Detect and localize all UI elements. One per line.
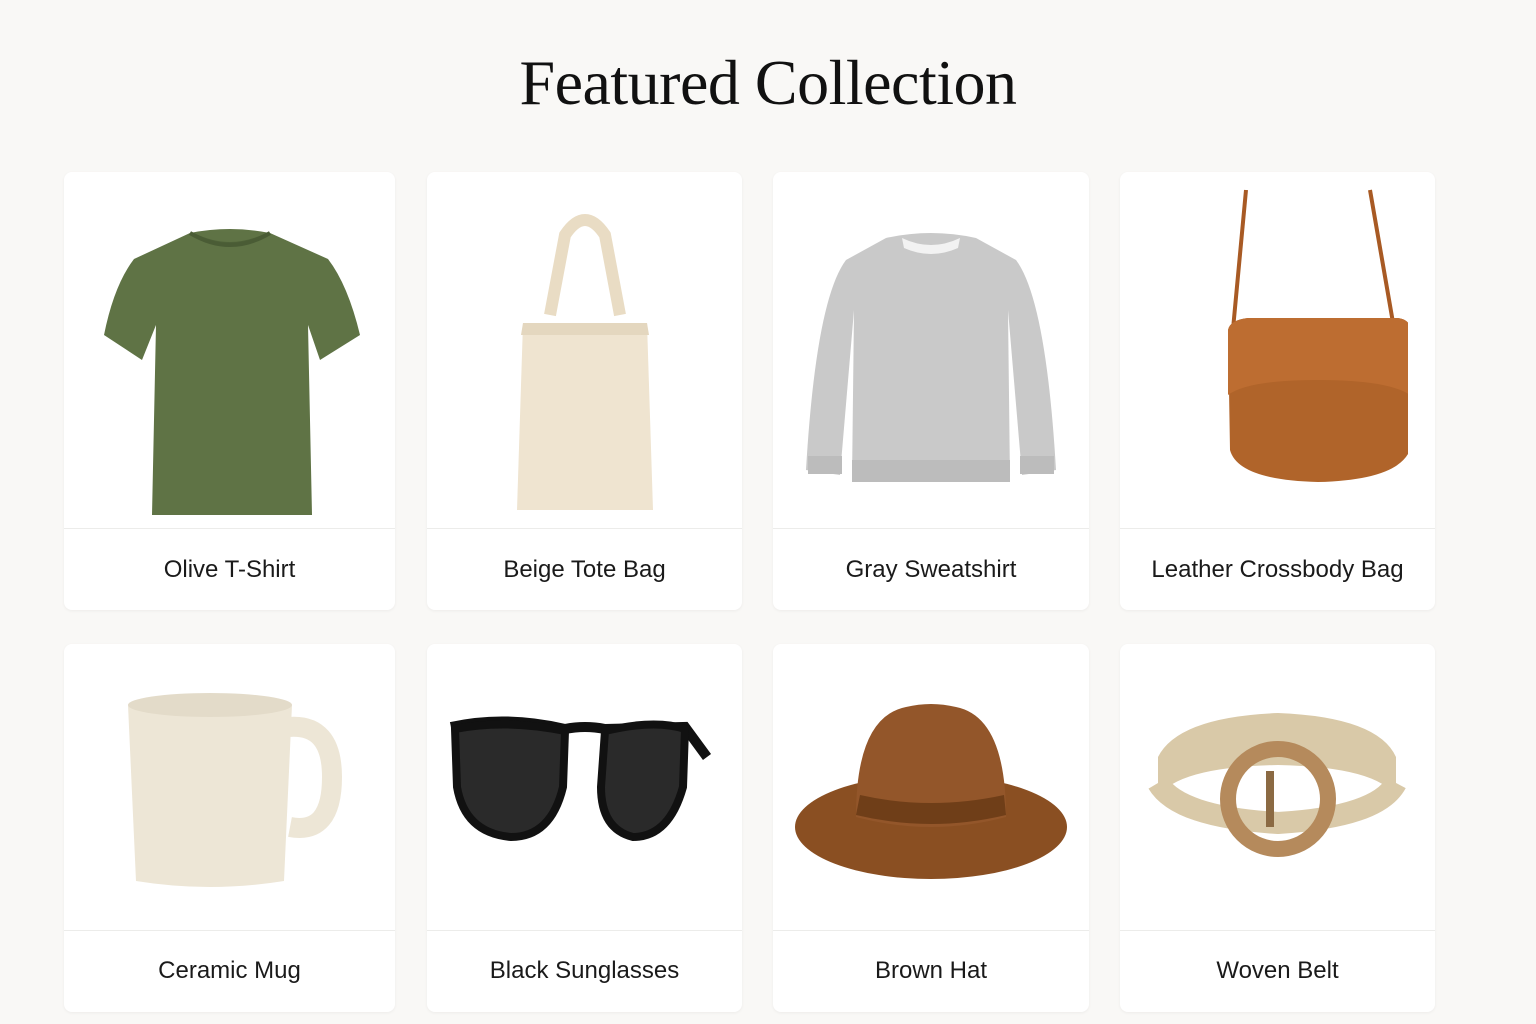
product-name[interactable]: Gray Sweatshirt [773,556,1089,584]
olive-tshirt-image [64,172,395,528]
card-divider [1120,528,1435,529]
card-divider [64,528,395,529]
product-name[interactable]: Beige Tote Bag [427,556,742,584]
product-card-beige-tote-bag[interactable]: Beige Tote Bag [427,172,742,610]
leather-crossbody-bag-image [1120,172,1435,528]
product-name[interactable]: Brown Hat [773,957,1089,985]
product-card-ceramic-mug[interactable]: Ceramic Mug [64,644,395,1012]
product-name[interactable]: Black Sunglasses [427,957,742,985]
brown-hat-image [773,644,1089,930]
page-title: Featured Collection [519,47,1017,118]
gray-sweatshirt-image [773,172,1089,528]
product-name[interactable]: Leather Crossbody Bag [1120,556,1435,584]
product-name[interactable]: Ceramic Mug [64,957,395,985]
product-name[interactable]: Olive T-Shirt [64,556,395,584]
ceramic-mug-image [64,644,395,930]
black-sunglasses-image [427,644,742,930]
card-divider [64,930,395,931]
product-name[interactable]: Woven Belt [1120,957,1435,985]
product-grid-page: Featured Collection Olive T-Shirt Beige … [0,0,1536,1024]
product-card-woven-belt[interactable]: Woven Belt [1120,644,1435,1012]
card-divider [427,930,742,931]
card-divider [773,930,1089,931]
product-card-brown-hat[interactable]: Brown Hat [773,644,1089,1012]
product-card-olive-tshirt[interactable]: Olive T-Shirt [64,172,395,610]
product-card-gray-sweatshirt[interactable]: Gray Sweatshirt [773,172,1089,610]
card-divider [773,528,1089,529]
woven-belt-image [1120,644,1435,930]
card-divider [427,528,742,529]
beige-tote-bag-image [427,172,742,528]
product-card-black-sunglasses[interactable]: Black Sunglasses [427,644,742,1012]
product-card-leather-crossbody-bag[interactable]: Leather Crossbody Bag [1120,172,1435,610]
card-divider [1120,930,1435,931]
